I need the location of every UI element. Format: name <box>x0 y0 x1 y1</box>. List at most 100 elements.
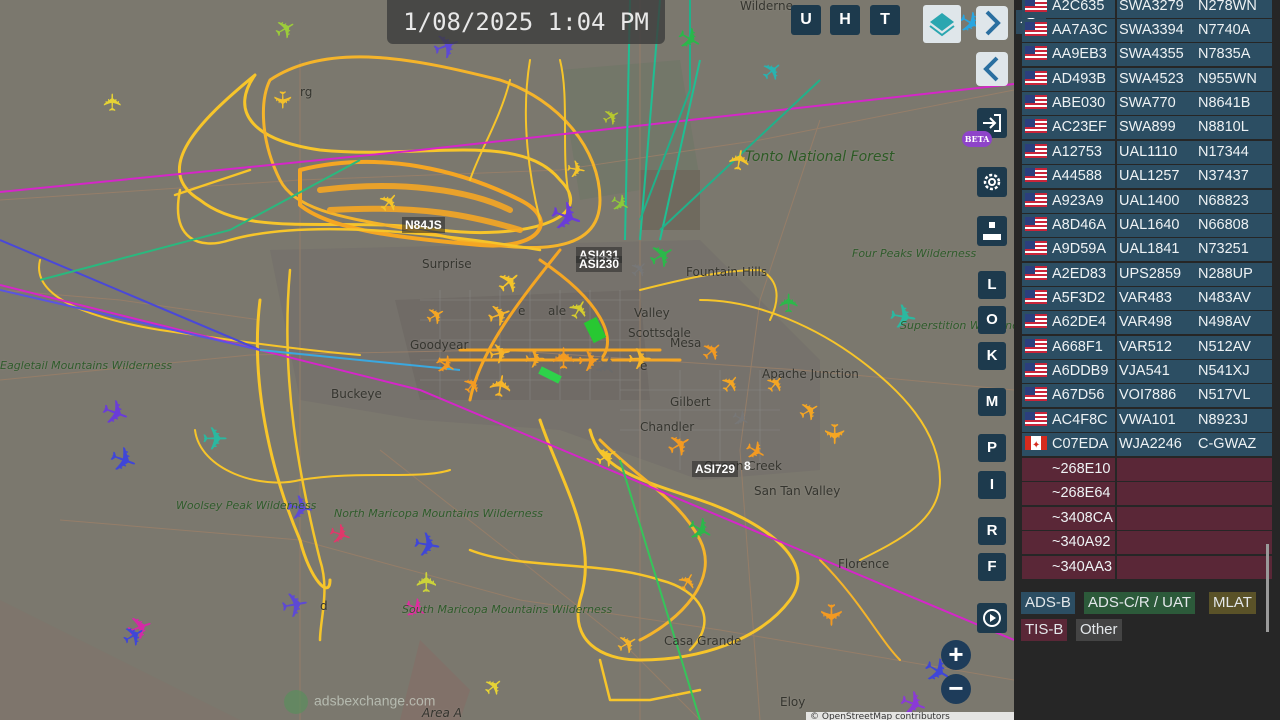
table-row[interactable]: A9D59A UAL1841 N73251 <box>1022 238 1272 261</box>
table-row[interactable]: ~340AA3 <box>1022 556 1272 579</box>
table-row[interactable]: AA7A3C SWA3394 N7740A <box>1022 19 1272 42</box>
table-row[interactable]: A668F1 VAR512 N512AV <box>1022 336 1272 359</box>
hex-cell: ~268E64 <box>1022 482 1115 505</box>
r-button[interactable]: R <box>978 517 1006 545</box>
table-row[interactable]: AD493B SWA4523 N955WN <box>1022 68 1272 91</box>
aircraft-label-8[interactable]: 8 <box>741 458 754 474</box>
registration-cell: N278WN <box>1196 0 1272 18</box>
callsign-cell <box>1117 507 1196 530</box>
t-button[interactable]: T <box>870 5 900 35</box>
table-row[interactable]: A2ED83 UPS2859 N288UP <box>1022 263 1272 286</box>
table-row[interactable]: A12753 UAL1110 N17344 <box>1022 141 1272 164</box>
callsign-cell <box>1117 458 1196 481</box>
aircraft-icon: ✈ <box>268 90 296 110</box>
table-row[interactable]: A67D56 VOI7886 N517VL <box>1022 384 1272 407</box>
o-button[interactable]: O <box>978 306 1006 334</box>
hex-cell: A5F3D2 <box>1022 287 1115 310</box>
u-button[interactable]: U <box>791 5 821 35</box>
place-san-tan-valley: San Tan Valley <box>754 484 841 498</box>
us-flag-icon <box>1025 241 1047 256</box>
p-button[interactable]: P <box>978 434 1006 462</box>
table-row[interactable]: C07EDA WJA2246C-GWAZ <box>1022 433 1272 456</box>
registration-cell: N68823 <box>1196 190 1272 213</box>
table-row[interactable]: A923A9 UAL1400 N68823 <box>1022 190 1272 213</box>
hex-cell: ~3408CA <box>1022 507 1115 530</box>
place-wilderness-top: Wilderne <box>740 0 793 13</box>
aircraft-icon: ✈ <box>775 292 805 314</box>
table-row[interactable]: ~340A92 <box>1022 531 1272 554</box>
table-scrollbar[interactable] <box>1266 544 1269 632</box>
table-row[interactable]: A2C635 SWA3279 N278WN <box>1022 0 1272 18</box>
h-button[interactable]: H <box>830 5 860 35</box>
place-casa-grande: Casa Grande <box>664 634 742 648</box>
place-goodyear: Goodyear <box>410 338 469 352</box>
registration-cell: N7835A <box>1196 43 1272 66</box>
hex-cell: AC4F8C <box>1022 409 1115 432</box>
replay-button[interactable] <box>977 603 1007 633</box>
hex-cell: A44588 <box>1022 165 1115 188</box>
hex-cell: AA9EB3 <box>1022 43 1115 66</box>
aircraft-label-n84js[interactable]: N84JS <box>402 217 445 233</box>
callsign-cell: SWA770 <box>1117 92 1196 115</box>
registration-cell: N7740A <box>1196 19 1272 42</box>
hex-cell: ~268E10 <box>1022 458 1115 481</box>
table-row[interactable]: A44588 UAL1257 N37437 <box>1022 165 1272 188</box>
aircraft-label-asi729[interactable]: ASI729 <box>692 461 739 477</box>
chevron-right-icon <box>985 10 1001 36</box>
table-row[interactable]: A8D46A UAL1640 N66808 <box>1022 214 1272 237</box>
chevron-left-icon <box>983 56 999 82</box>
settings-button[interactable] <box>977 167 1007 197</box>
no-flag-icon <box>1025 485 1047 499</box>
place-gilbert: Gilbert <box>670 395 711 409</box>
place-el-mirage: e <box>518 304 526 318</box>
beta-badge[interactable]: BETA <box>962 131 992 147</box>
us-flag-icon <box>1025 22 1047 37</box>
registration-cell <box>1196 482 1272 505</box>
zoom-in-button[interactable]: + <box>941 640 971 670</box>
filter-button[interactable] <box>977 216 1007 246</box>
hex-cell: A923A9 <box>1022 190 1115 213</box>
table-row[interactable]: ~268E64 <box>1022 482 1272 505</box>
us-flag-icon <box>1025 217 1047 232</box>
i-button[interactable]: I <box>978 471 1006 499</box>
registration-cell: C-GWAZ <box>1196 433 1272 456</box>
watermark: adsbexchange.com <box>284 690 435 714</box>
hierarchy-icon <box>983 222 1001 240</box>
registration-cell <box>1196 531 1272 554</box>
aircraft-label-asi230[interactable]: ASI230 <box>576 256 623 272</box>
hex-code: AC23EF <box>1052 119 1107 135</box>
layers-button[interactable] <box>923 5 961 43</box>
table-row[interactable]: AC23EF SWA899 N8810L <box>1022 116 1272 139</box>
zoom-out-button[interactable]: − <box>941 674 971 704</box>
map-view[interactable]: ✈ ✈ ✈ ✈ ✈ ✈ ✈ ✈ ✈ ✈ ✈ ✈ ✈ ✈ ✈ ✈ ✈ ✈ ✈ ✈ … <box>0 0 1014 720</box>
table-row[interactable]: ABE030 SWA770 N8641B <box>1022 92 1272 115</box>
watermark-text: adsbexchange.com <box>314 692 436 709</box>
f-button[interactable]: F <box>978 553 1006 581</box>
table-row[interactable]: AC4F8C VWA101 N8923J <box>1022 409 1272 432</box>
registration-cell: N512AV <box>1196 336 1272 359</box>
table-row[interactable]: ~268E10 <box>1022 458 1272 481</box>
hex-cell: ~340AA3 <box>1022 556 1115 579</box>
hex-code: A8D46A <box>1052 217 1107 233</box>
place-glendale: ale <box>548 304 567 318</box>
us-flag-icon <box>1025 144 1047 159</box>
place-woolsey: Woolsey Peak Wilderness <box>176 499 317 512</box>
table-row[interactable]: ~3408CA <box>1022 507 1272 530</box>
table-row[interactable]: A6DDB9 VJA541 N541XJ <box>1022 360 1272 383</box>
map-attribution[interactable]: © OpenStreetMap contributors <box>806 712 1014 720</box>
expand-sidebar-button[interactable] <box>976 6 1008 40</box>
table-row[interactable]: A62DE4 VAR498 N498AV <box>1022 311 1272 334</box>
k-button[interactable]: K <box>978 342 1006 370</box>
callsign-cell <box>1117 482 1196 505</box>
legend-ads-c-r-uat: ADS-C/R / UAT <box>1084 592 1196 614</box>
table-row[interactable]: A5F3D2 VAR483 N483AV <box>1022 287 1272 310</box>
table-row[interactable]: AA9EB3 SWA4355 N7835A <box>1022 43 1272 66</box>
us-flag-icon <box>1025 46 1047 61</box>
collapse-sidebar-button[interactable] <box>976 52 1008 86</box>
l-button[interactable]: L <box>978 271 1006 299</box>
hex-code: ABE030 <box>1052 95 1106 111</box>
m-button[interactable]: M <box>978 388 1006 416</box>
registration-cell <box>1196 507 1272 530</box>
registration-cell: N517VL <box>1196 384 1272 407</box>
hex-code: C07EDA <box>1052 436 1109 452</box>
